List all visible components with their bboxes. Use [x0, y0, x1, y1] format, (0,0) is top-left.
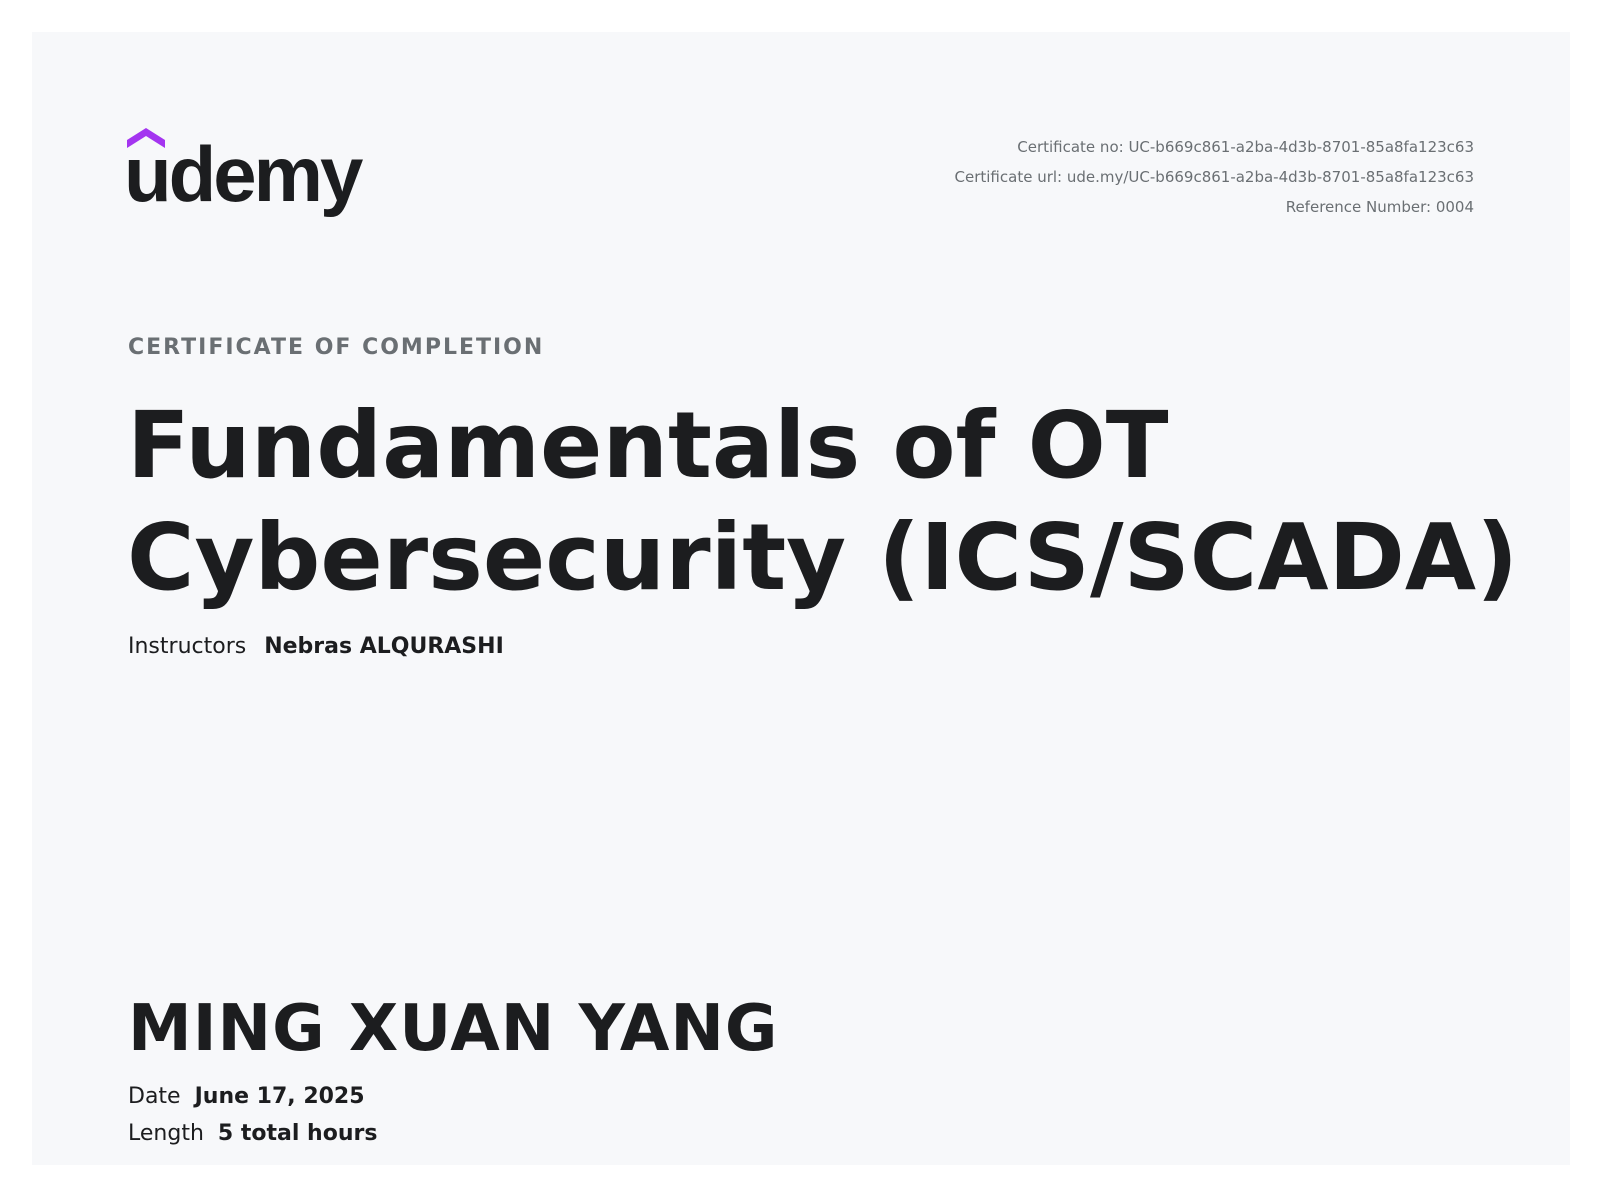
udemy-logo-wordmark: udemy [127, 130, 363, 218]
certificate-meta: Certificate no: UC-b669c861-a2ba-4d3b-87… [955, 132, 1474, 222]
reference-number: Reference Number: 0004 [1285, 198, 1474, 216]
date-row: Date June 17, 2025 [128, 1084, 365, 1109]
length-row: Length 5 total hours [128, 1121, 377, 1146]
certificate-sheet: udemy Certificate no: UC-b669c861-a2ba-4… [32, 32, 1570, 1165]
certificate-number: Certificate no: UC-b669c861-a2ba-4d3b-87… [1017, 138, 1474, 156]
length-label: Length [128, 1121, 204, 1146]
certificate-url: Certificate url: ude.my/UC-b669c861-a2ba… [954, 168, 1474, 186]
udemy-logo: udemy [127, 128, 366, 218]
certificate-kicker: CERTIFICATE OF COMPLETION [128, 335, 545, 360]
instructors-label: Instructors [128, 634, 247, 659]
date-label: Date [128, 1084, 181, 1109]
course-title-line-1: Fundamentals of OT [127, 392, 1169, 499]
date-value: June 17, 2025 [194, 1084, 365, 1109]
course-title-line-2: Cybersecurity (ICS/SCADA) [127, 504, 1519, 611]
instructors-row: Instructors Nebras ALQURASHI [128, 634, 504, 659]
recipient-name: MING XUAN YANG [128, 992, 779, 1066]
course-title: Fundamentals of OT Cybersecurity (ICS/SC… [127, 390, 1547, 614]
length-value: 5 total hours [217, 1121, 378, 1146]
instructors-value: Nebras ALQURASHI [264, 634, 504, 659]
